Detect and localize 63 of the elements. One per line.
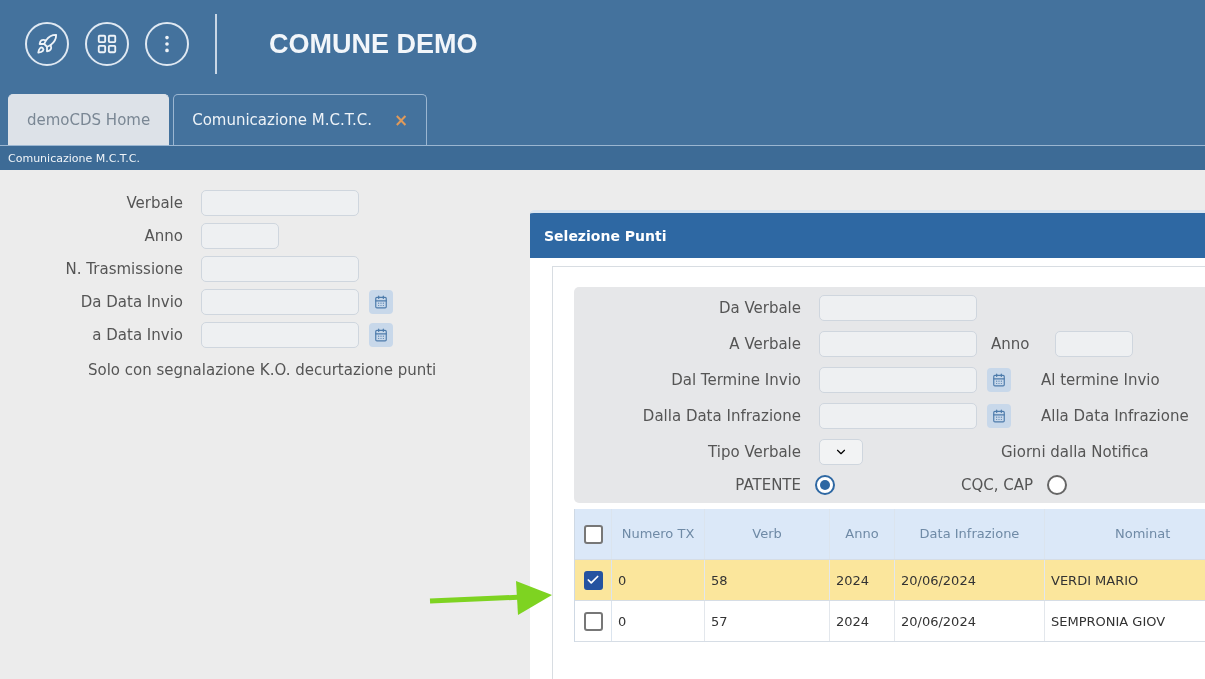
table-cell: 2024	[830, 560, 895, 600]
field-label: Alla Data Infrazione	[1041, 407, 1190, 425]
column-header: Nominat	[1045, 509, 1205, 559]
tab-label: demoCDS Home	[27, 111, 151, 129]
field-label: Dalla Data Infrazione	[641, 407, 801, 425]
calendar-icon[interactable]	[369, 323, 393, 347]
table-cell: 0	[612, 601, 705, 641]
table-cell: 0	[612, 560, 705, 600]
app-title: COMUNE DEMO	[269, 28, 478, 60]
table-cell: SEMPRONIA GIOV	[1045, 601, 1205, 641]
close-icon[interactable]: ×	[394, 110, 409, 130]
radio-label: PATENTE	[734, 476, 801, 494]
field-label: Giorni dalla Notifica	[1001, 443, 1150, 461]
input-field[interactable]	[819, 295, 977, 321]
grid-icon[interactable]	[85, 22, 129, 66]
column-header: Verb	[705, 509, 830, 559]
field-label: Tipo Verbale	[707, 443, 801, 461]
column-header: Anno	[830, 509, 895, 559]
option-label: Solo con segnalazione K.O. decurtazione punti	[88, 361, 438, 379]
table-cell: 20/06/2024	[895, 601, 1045, 641]
column-header: Numero TX	[612, 509, 705, 559]
input-field[interactable]	[201, 289, 359, 315]
table-cell: VERDI MARIO	[1045, 560, 1205, 600]
input-field[interactable]	[819, 331, 977, 357]
field-label: Verbale	[125, 194, 183, 212]
input-field[interactable]	[201, 256, 359, 282]
field-label: N. Trasmissione	[64, 260, 183, 278]
tab[interactable]: Comunicazione M.C.T.C. ×	[173, 94, 428, 145]
calendar-icon[interactable]	[987, 368, 1011, 392]
more-icon[interactable]	[145, 22, 189, 66]
checkbox[interactable]	[583, 570, 603, 590]
check-icon	[586, 573, 600, 587]
table-cell: 58	[705, 560, 830, 600]
checkbox[interactable]	[583, 611, 603, 631]
input-field[interactable]	[201, 223, 279, 249]
input-field[interactable]	[201, 190, 359, 216]
field-label: Al termine Invio	[1041, 371, 1161, 389]
radio-button[interactable]	[1047, 475, 1067, 495]
field-label: A Verbale	[728, 335, 801, 353]
field-label: a Data Invio	[91, 326, 183, 344]
field-label: Anno	[143, 227, 183, 245]
rocket-icon[interactable]	[25, 22, 69, 66]
input-field[interactable]	[1055, 331, 1133, 357]
page-title: Comunicazione M.C.T.C.	[0, 146, 1205, 170]
calendar-icon[interactable]	[369, 290, 393, 314]
field-label: Dal Termine Invio	[670, 371, 801, 389]
field-label: Anno	[991, 335, 1031, 353]
input-field[interactable]	[201, 322, 359, 348]
calendar-icon[interactable]	[987, 404, 1011, 428]
input-field[interactable]	[819, 403, 977, 429]
table-cell: 20/06/2024	[895, 560, 1045, 600]
column-header: Data Infrazione	[895, 509, 1045, 559]
table-cell: 57	[705, 601, 830, 641]
field-label: Da Data Invio	[79, 293, 183, 311]
radio-label: CQC, CAP	[959, 476, 1033, 494]
dialog-title: Selezione Punti	[530, 210, 1205, 258]
input-field[interactable]	[819, 367, 977, 393]
field-label: Da Verbale	[717, 299, 801, 317]
checkbox[interactable]	[583, 524, 603, 544]
table-cell: 2024	[830, 601, 895, 641]
radio-button[interactable]	[815, 475, 835, 495]
tab-label: Comunicazione M.C.T.C.	[192, 111, 373, 129]
tab[interactable]: demoCDS Home	[8, 94, 170, 145]
